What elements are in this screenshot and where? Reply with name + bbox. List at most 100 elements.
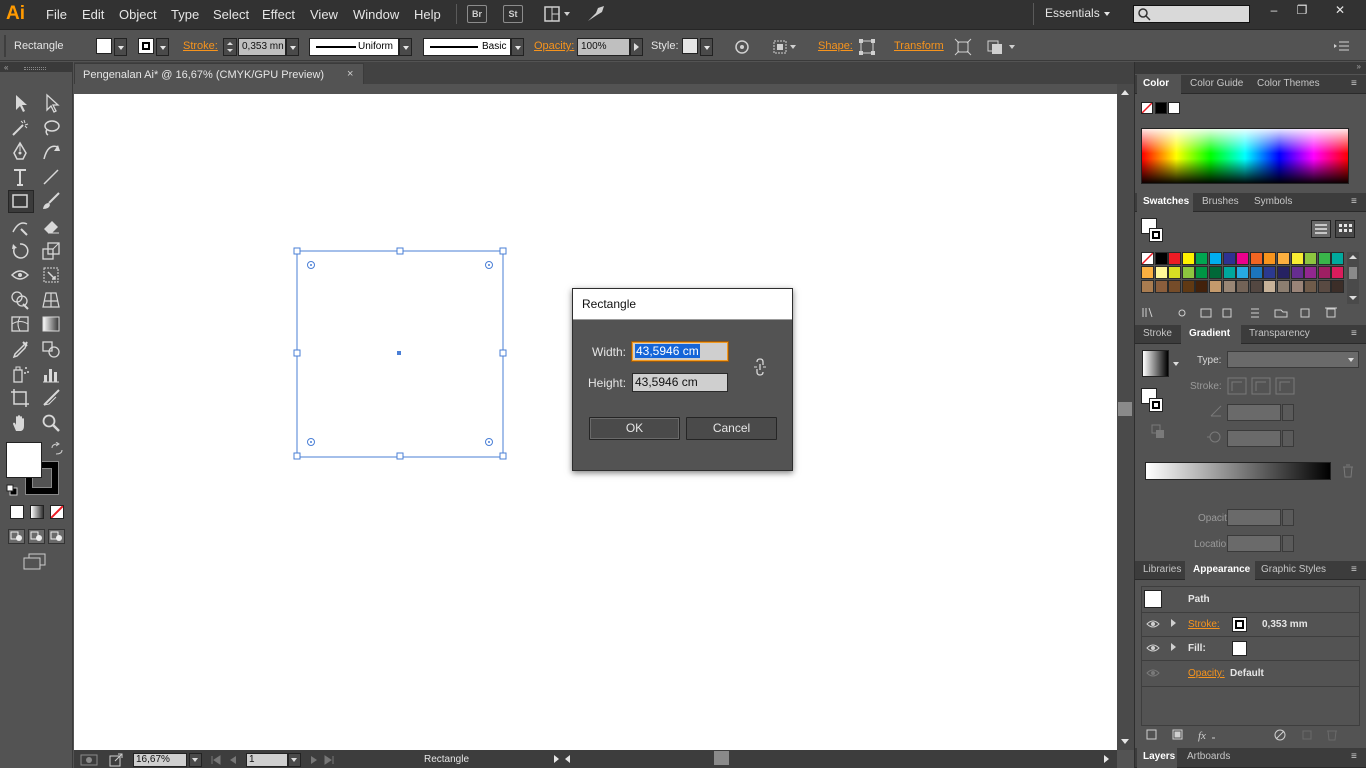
constrain-proportions-icon[interactable] — [752, 358, 768, 376]
swatch-chip[interactable] — [1181, 266, 1195, 279]
tab-graphic-styles[interactable]: Graphic Styles — [1255, 564, 1332, 575]
isolate-object-icon[interactable] — [954, 38, 972, 56]
panel-menu-icon[interactable]: ≡ — [1351, 196, 1357, 207]
cancel-button[interactable]: Cancel — [686, 417, 777, 440]
tab-layers[interactable]: Layers — [1137, 751, 1181, 762]
tab-color-themes[interactable]: Color Themes — [1251, 78, 1326, 89]
swatch-chip[interactable] — [1317, 266, 1331, 279]
swatch-chip[interactable] — [1304, 266, 1318, 279]
width-input[interactable]: 43,5946 cm — [632, 342, 728, 361]
stroke-color-dropdown[interactable] — [156, 38, 169, 56]
paintbrush-tool-icon[interactable] — [40, 190, 62, 212]
artboard-dropdown[interactable] — [288, 753, 301, 767]
artboard-nav-next-last[interactable] — [307, 754, 341, 766]
swatch-chip[interactable] — [1209, 252, 1222, 265]
magic-wand-tool-icon[interactable] — [9, 117, 31, 139]
shape-label[interactable]: Shape: — [818, 40, 853, 52]
transform-label[interactable]: Transform — [894, 40, 944, 52]
swatch-chip[interactable] — [1222, 266, 1236, 279]
graphic-style-swatch[interactable] — [682, 38, 698, 54]
appearance-row-fill[interactable]: Fill: — [1141, 637, 1360, 661]
fill-swatch[interactable] — [96, 38, 112, 54]
color-spectrum[interactable] — [1141, 128, 1349, 184]
curvature-tool-icon[interactable] — [40, 141, 62, 163]
tab-brushes[interactable]: Brushes — [1196, 196, 1245, 207]
chevron-down-icon[interactable] — [1173, 362, 1179, 366]
appearance-stroke-swatch[interactable] — [1232, 617, 1247, 632]
rotate-tool-icon[interactable] — [9, 240, 31, 262]
tools-panel-header[interactable]: « — [0, 62, 73, 72]
swatch-chip[interactable] — [1168, 266, 1182, 279]
swatch-chip[interactable] — [1331, 266, 1345, 279]
panel-menu-icon[interactable]: ≡ — [1351, 564, 1357, 575]
swatch-chip[interactable] — [1195, 252, 1209, 265]
menu-select[interactable]: Select — [213, 7, 249, 22]
menu-effect[interactable]: Effect — [262, 7, 295, 22]
fill-box[interactable] — [6, 442, 42, 478]
shape-builder-tool-icon[interactable] — [9, 289, 31, 311]
gradient-aspect-dropdown[interactable] — [1282, 430, 1294, 447]
grip-handle[interactable] — [4, 35, 6, 57]
opacity-slider-button[interactable] — [630, 38, 643, 56]
gradient-tool-icon[interactable] — [40, 313, 62, 335]
swatch-chip[interactable] — [1249, 252, 1263, 265]
fill-stroke-widget[interactable] — [6, 442, 66, 498]
tab-color[interactable]: Color — [1137, 78, 1175, 89]
menu-file[interactable]: File — [46, 7, 67, 22]
draw-inside-icon[interactable] — [48, 529, 65, 544]
visibility-eye-icon[interactable] — [1146, 642, 1160, 654]
stock-button[interactable]: St — [503, 5, 523, 23]
swatch-chip[interactable] — [1331, 252, 1345, 265]
swatch-chip[interactable] — [1331, 280, 1345, 293]
swatch-chip[interactable] — [1263, 280, 1277, 293]
swatch-chip[interactable] — [1236, 280, 1250, 293]
gradient-reverse-icon[interactable] — [1151, 424, 1167, 440]
search-stock-input[interactable] — [1133, 5, 1250, 23]
stroke-label[interactable]: Stroke: — [183, 40, 218, 52]
document-tab[interactable]: Pengenalan Ai* @ 16,67% (CMYK/GPU Previe… — [74, 63, 364, 85]
grid-view-icon[interactable] — [1335, 220, 1355, 238]
appearance-stroke-label[interactable]: Stroke: — [1188, 619, 1220, 630]
swatch-chip[interactable] — [1304, 280, 1318, 293]
shape-properties-icon[interactable] — [858, 38, 876, 56]
blend-tool-icon[interactable] — [40, 338, 62, 360]
menu-help[interactable]: Help — [414, 7, 441, 22]
appearance-row-path[interactable]: Path — [1141, 586, 1360, 613]
rectangle-tool-icon[interactable] — [9, 190, 31, 212]
column-graph-tool-icon[interactable] — [40, 363, 62, 385]
hand-tool-icon[interactable] — [9, 412, 31, 434]
gradient-mode-icon[interactable] — [30, 505, 44, 519]
profile-dropdown[interactable] — [399, 38, 412, 56]
brush-definition[interactable]: Basic — [423, 38, 511, 56]
swatch-chip[interactable] — [1290, 252, 1304, 265]
menu-object[interactable]: Object — [119, 7, 157, 22]
panel-menu-icon[interactable]: ≡ — [1351, 78, 1357, 89]
swatch-chip[interactable] — [1154, 280, 1168, 293]
visibility-eye-icon[interactable] — [1146, 618, 1160, 630]
free-transform-tool-icon[interactable] — [40, 264, 62, 286]
stroke-weight-dropdown[interactable] — [286, 38, 299, 56]
width-tool-icon[interactable] — [9, 264, 31, 286]
menu-view[interactable]: View — [310, 7, 338, 22]
swatch-chip[interactable] — [1249, 280, 1263, 293]
graphic-style-dropdown[interactable] — [700, 38, 713, 56]
arrange-documents-icon[interactable] — [544, 5, 572, 23]
swatch-chip[interactable] — [1154, 266, 1168, 279]
menu-edit[interactable]: Edit — [82, 7, 104, 22]
brush-dropdown[interactable] — [511, 38, 524, 56]
swatch-libraries-menu-icon[interactable] — [1141, 306, 1355, 320]
gpu-performance-icon[interactable] — [586, 5, 606, 23]
expand-arrow-icon[interactable] — [1171, 619, 1176, 627]
visibility-eye-icon[interactable] — [1146, 667, 1160, 679]
export-icon[interactable] — [109, 753, 125, 767]
swatch-chip[interactable] — [1168, 252, 1182, 265]
draw-behind-icon[interactable] — [28, 529, 45, 544]
swatch-chip[interactable] — [1222, 252, 1236, 265]
type-tool-icon[interactable] — [9, 166, 31, 188]
slice-tool-icon[interactable] — [40, 387, 62, 409]
ok-button[interactable]: OK — [589, 417, 680, 440]
appearance-footer-icons[interactable]: fx — [1145, 728, 1355, 742]
swatch-chip[interactable] — [1317, 252, 1331, 265]
fill-dropdown[interactable] — [114, 38, 127, 56]
gradient-type-select[interactable] — [1227, 351, 1359, 368]
